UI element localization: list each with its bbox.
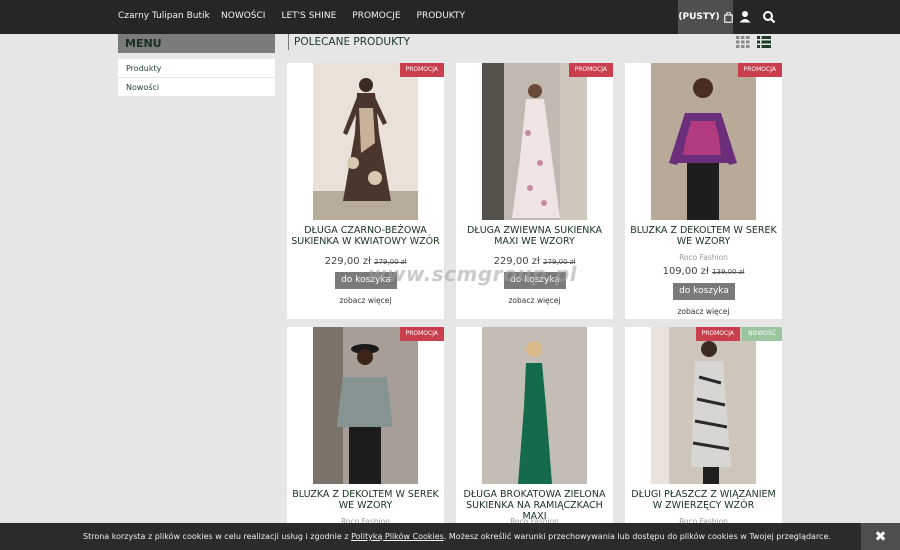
nav-item-promocje[interactable]: PROMOCJE — [352, 11, 400, 21]
product-card[interactable]: PROMOCJA BLUZKA Z DEKOLTEM W SEREK WE WZ… — [287, 327, 444, 526]
product-card[interactable]: PROMOCJA NOWOŚĆ DŁUGI PŁASZCZ Z WIĄZANIE… — [625, 327, 782, 526]
shopping-bag-icon — [723, 11, 733, 23]
sidebar-item-produkty[interactable]: Produkty — [118, 59, 275, 77]
product-image[interactable] — [651, 327, 756, 484]
sidebar-menu: Produkty Nowości — [118, 59, 275, 97]
new-badge: NOWOŚĆ — [742, 327, 782, 341]
section-title: POLECANE PRODUKTY — [288, 34, 410, 50]
product-image[interactable] — [482, 63, 587, 220]
product-image[interactable] — [313, 327, 418, 484]
current-price: 229,00 zł — [493, 256, 540, 267]
cookie-banner: Strona korzysta z plików cookies w celu … — [0, 523, 900, 550]
nav-item-nowosci[interactable]: NOWOŚCI — [221, 11, 265, 21]
site-brand-link[interactable]: Czarny Tulipan Butik — [118, 11, 210, 21]
cookie-text-before: Strona korzysta z plików cookies w celu … — [83, 532, 352, 541]
current-price: 109,00 zł — [662, 266, 709, 277]
product-card[interactable]: PROMOCJA DŁUGA CZARNO-BEŻOWA SUKIENKA W … — [287, 63, 444, 319]
see-more-link[interactable]: zobacz więcej — [287, 296, 444, 305]
sidebar-menu-title: MENU — [118, 34, 275, 53]
search-icon[interactable] — [761, 9, 777, 25]
add-to-cart-button[interactable]: do koszyka — [335, 272, 397, 289]
promo-badge: PROMOCJA — [399, 63, 444, 77]
old-price: 279,00 zł — [374, 258, 407, 266]
current-price: 229,00 zł — [324, 256, 371, 267]
product-card[interactable]: DŁUGA BROKATOWA ZIELONA SUKIENKA NA RAMI… — [456, 327, 613, 526]
product-title[interactable]: DŁUGI PŁASZCZ Z WIĄZANIEM W ZWIERZĘCY WZ… — [629, 489, 778, 511]
product-price: 229,00 zł 279,00 zł — [456, 256, 613, 267]
close-icon[interactable]: ✖ — [861, 523, 900, 550]
product-image[interactable] — [651, 63, 756, 220]
old-price: 139,00 zł — [712, 268, 745, 276]
old-price: 279,00 zł — [543, 258, 576, 266]
top-navigation-bar: Czarny Tulipan Butik NOWOŚCI LET'S SHINE… — [0, 0, 900, 34]
cart-status-label: (PUSTY) — [678, 12, 720, 22]
product-brand: Roco Fashion — [679, 253, 728, 262]
user-icon[interactable] — [737, 9, 753, 25]
product-card[interactable]: PROMOCJA DŁUGA ZWIEWNA SUKIENKA MAXI WE … — [456, 63, 613, 319]
main-nav: NOWOŚCI LET'S SHINE PROMOCJE PRODUKTY — [221, 11, 481, 21]
list-view-icon[interactable] — [757, 36, 771, 48]
product-price: 109,00 zł 139,00 zł — [625, 266, 782, 277]
promo-badge: PROMOCJA — [568, 63, 613, 77]
product-title[interactable]: BLUZKA Z DEKOLTEM W SEREK WE WZORY — [629, 225, 778, 247]
nav-item-lets-shine[interactable]: LET'S SHINE — [281, 11, 336, 21]
product-price: 229,00 zł 279,00 zł — [287, 256, 444, 267]
cart-button[interactable]: (PUSTY) — [678, 0, 733, 34]
add-to-cart-button[interactable]: do koszyka — [673, 283, 735, 300]
promo-badge: PROMOCJA — [399, 327, 444, 341]
promo-badge: PROMOCJA — [695, 327, 740, 341]
promo-badge: PROMOCJA — [737, 63, 782, 77]
add-to-cart-button[interactable]: do koszyka — [504, 272, 566, 289]
product-image[interactable] — [313, 63, 418, 220]
product-card[interactable]: PROMOCJA BLUZKA Z DEKOLTEM W SEREK WE WZ… — [625, 63, 782, 319]
product-title[interactable]: DŁUGA CZARNO-BEŻOWA SUKIENKA W KWIATOWY … — [291, 225, 440, 247]
product-image[interactable] — [482, 327, 587, 484]
product-title[interactable]: DŁUGA ZWIEWNA SUKIENKA MAXI WE WZORY — [460, 225, 609, 247]
nav-item-produkty[interactable]: PRODUKTY — [417, 11, 465, 21]
see-more-link[interactable]: zobacz więcej — [625, 307, 782, 316]
cookie-text: Strona korzysta z plików cookies w celu … — [83, 532, 831, 541]
see-more-link[interactable]: zobacz więcej — [456, 296, 613, 305]
product-title[interactable]: BLUZKA Z DEKOLTEM W SEREK WE WZORY — [291, 489, 440, 511]
sidebar-item-nowosci[interactable]: Nowości — [118, 78, 275, 96]
cookie-text-after: . Możesz określić warunki przechowywania… — [443, 532, 831, 541]
cookie-policy-link[interactable]: Polityką Plików Cookies — [351, 532, 444, 541]
grid-view-icon[interactable] — [736, 36, 750, 48]
